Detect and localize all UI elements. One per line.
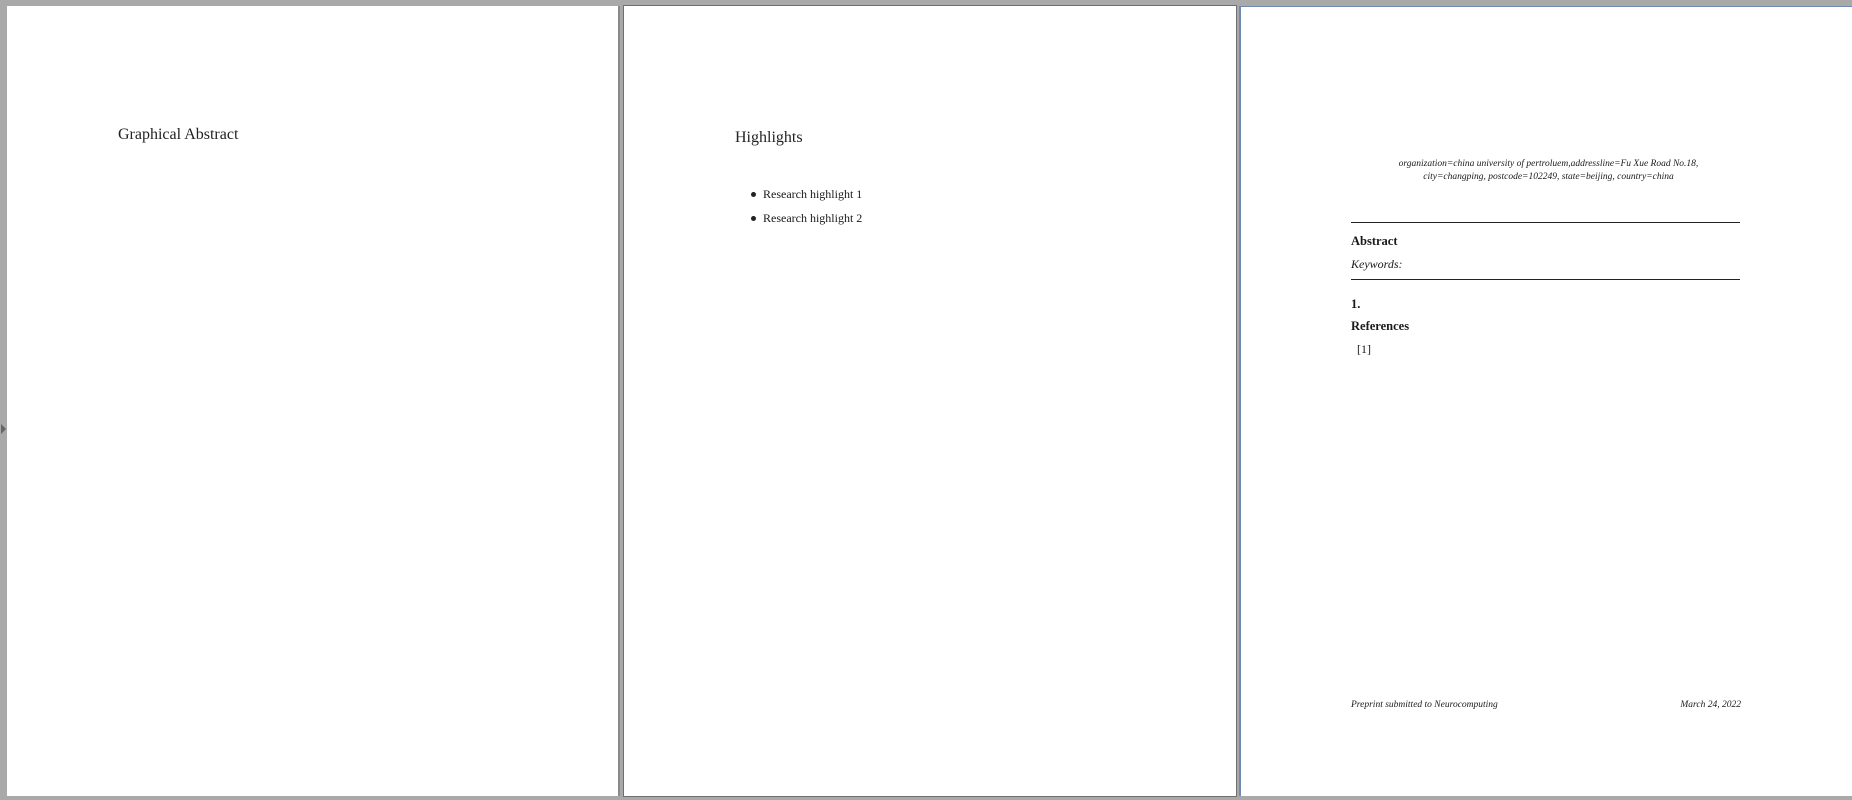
footer-date: March 24, 2022 xyxy=(1680,700,1741,710)
list-item: Research highlight 1 xyxy=(751,182,862,206)
highlight-text: Research highlight 1 xyxy=(763,187,863,201)
pdf-page-2: Highlights Research highlight 1 Research… xyxy=(623,5,1237,797)
affiliation: organization=china university of pertrol… xyxy=(1341,158,1756,184)
list-item: Research highlight 2 xyxy=(751,206,862,230)
footer-journal: Preprint submitted to Neurocomputing xyxy=(1351,700,1498,710)
highlights-list: Research highlight 1 Research highlight … xyxy=(751,182,862,230)
divider xyxy=(1351,279,1740,280)
affiliation-line: city=changping, postcode=102249, state=b… xyxy=(1423,172,1674,182)
sidebar-toggle-icon[interactable] xyxy=(1,424,6,434)
references-heading: References xyxy=(1351,319,1410,333)
pdf-page-1: Graphical Abstract xyxy=(7,6,620,796)
highlights-title: Highlights xyxy=(735,129,803,146)
affiliation-line: organization=china university of pertrol… xyxy=(1398,159,1699,169)
pdf-page-3: organization=china university of pertrol… xyxy=(1239,6,1852,796)
section-heading: 1. xyxy=(1351,297,1361,311)
bullet-icon xyxy=(751,191,756,197)
keywords-label: Keywords: xyxy=(1351,257,1403,271)
reference-item: [1] xyxy=(1357,342,1371,356)
graphical-abstract-title: Graphical Abstract xyxy=(118,126,239,143)
abstract-heading: Abstract xyxy=(1351,234,1398,248)
highlight-text: Research highlight 2 xyxy=(763,211,863,225)
bullet-icon xyxy=(751,215,756,221)
divider xyxy=(1351,222,1740,223)
